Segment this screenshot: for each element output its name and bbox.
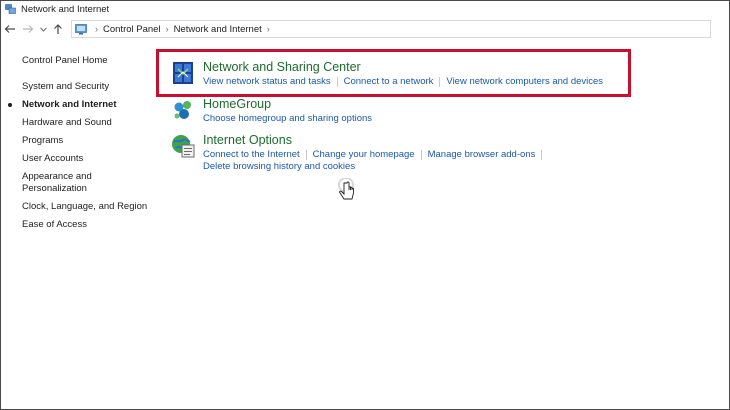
nav-network-and-internet: Network and Internet <box>8 99 162 111</box>
nav-network-and-internet-label: Network and Internet <box>22 99 117 110</box>
nav-ease-of-access[interactable]: Ease of Access <box>22 219 162 231</box>
back-button[interactable] <box>1 20 19 38</box>
left-nav: Control Panel Home System and Security N… <box>8 55 162 237</box>
nav-user-accounts[interactable]: User Accounts <box>22 153 162 165</box>
address-field[interactable]: › Control Panel › Network and Internet › <box>71 20 711 38</box>
forward-arrow-icon <box>23 25 34 33</box>
internet-options-links: Connect to the Internet Change your home… <box>203 149 548 160</box>
nav-control-panel-home[interactable]: Control Panel Home <box>22 55 162 67</box>
hand-cursor-icon <box>336 177 362 208</box>
breadcrumb-network-and-internet[interactable]: Network and Internet <box>174 24 262 35</box>
homegroup-icon <box>170 97 196 123</box>
link-divider <box>420 149 422 160</box>
category-title-homegroup[interactable]: HomeGroup <box>203 97 271 111</box>
control-panel-icon <box>75 23 87 35</box>
network-folder-icon <box>5 4 16 14</box>
up-arrow-icon <box>54 24 62 34</box>
nav-appearance-and-personalization[interactable]: Appearance and Personalization <box>22 171 102 195</box>
address-bar: › Control Panel › Network and Internet › <box>1 18 729 40</box>
back-arrow-icon <box>4 25 15 33</box>
link-divider <box>541 149 543 160</box>
breadcrumb-control-panel[interactable]: Control Panel <box>103 24 161 35</box>
category-title-internet-options[interactable]: Internet Options <box>203 133 292 147</box>
link-choose-homegroup[interactable]: Choose homegroup and sharing options <box>203 113 372 124</box>
nav-hardware-and-sound[interactable]: Hardware and Sound <box>22 117 162 129</box>
forward-button[interactable] <box>19 20 37 38</box>
link-divider <box>305 149 307 160</box>
nav-programs[interactable]: Programs <box>22 135 162 147</box>
highlight-box <box>156 49 631 97</box>
link-connect-to-internet[interactable]: Connect to the Internet <box>203 149 300 160</box>
chevron-right-icon: › <box>165 24 169 34</box>
link-change-homepage[interactable]: Change your homepage <box>313 149 415 160</box>
up-button[interactable] <box>49 20 67 38</box>
chevron-right-icon: › <box>266 24 270 34</box>
chevron-right-icon: › <box>95 24 98 34</box>
nav-system-and-security[interactable]: System and Security <box>22 81 162 93</box>
link-delete-browsing-history[interactable]: Delete browsing history and cookies <box>203 161 355 172</box>
internet-options-links-row2: Delete browsing history and cookies <box>203 161 355 172</box>
nav-clock-language-region[interactable]: Clock, Language, and Region <box>22 201 162 213</box>
chevron-down-icon <box>39 26 47 32</box>
title-bar: Network and Internet <box>1 1 729 17</box>
window-title: Network and Internet <box>21 3 110 15</box>
internet-options-icon <box>170 133 196 159</box>
homegroup-links: Choose homegroup and sharing options <box>203 113 372 124</box>
recent-locations-button[interactable] <box>37 20 49 38</box>
current-page-bullet <box>8 103 12 107</box>
link-manage-addons[interactable]: Manage browser add-ons <box>428 149 536 160</box>
